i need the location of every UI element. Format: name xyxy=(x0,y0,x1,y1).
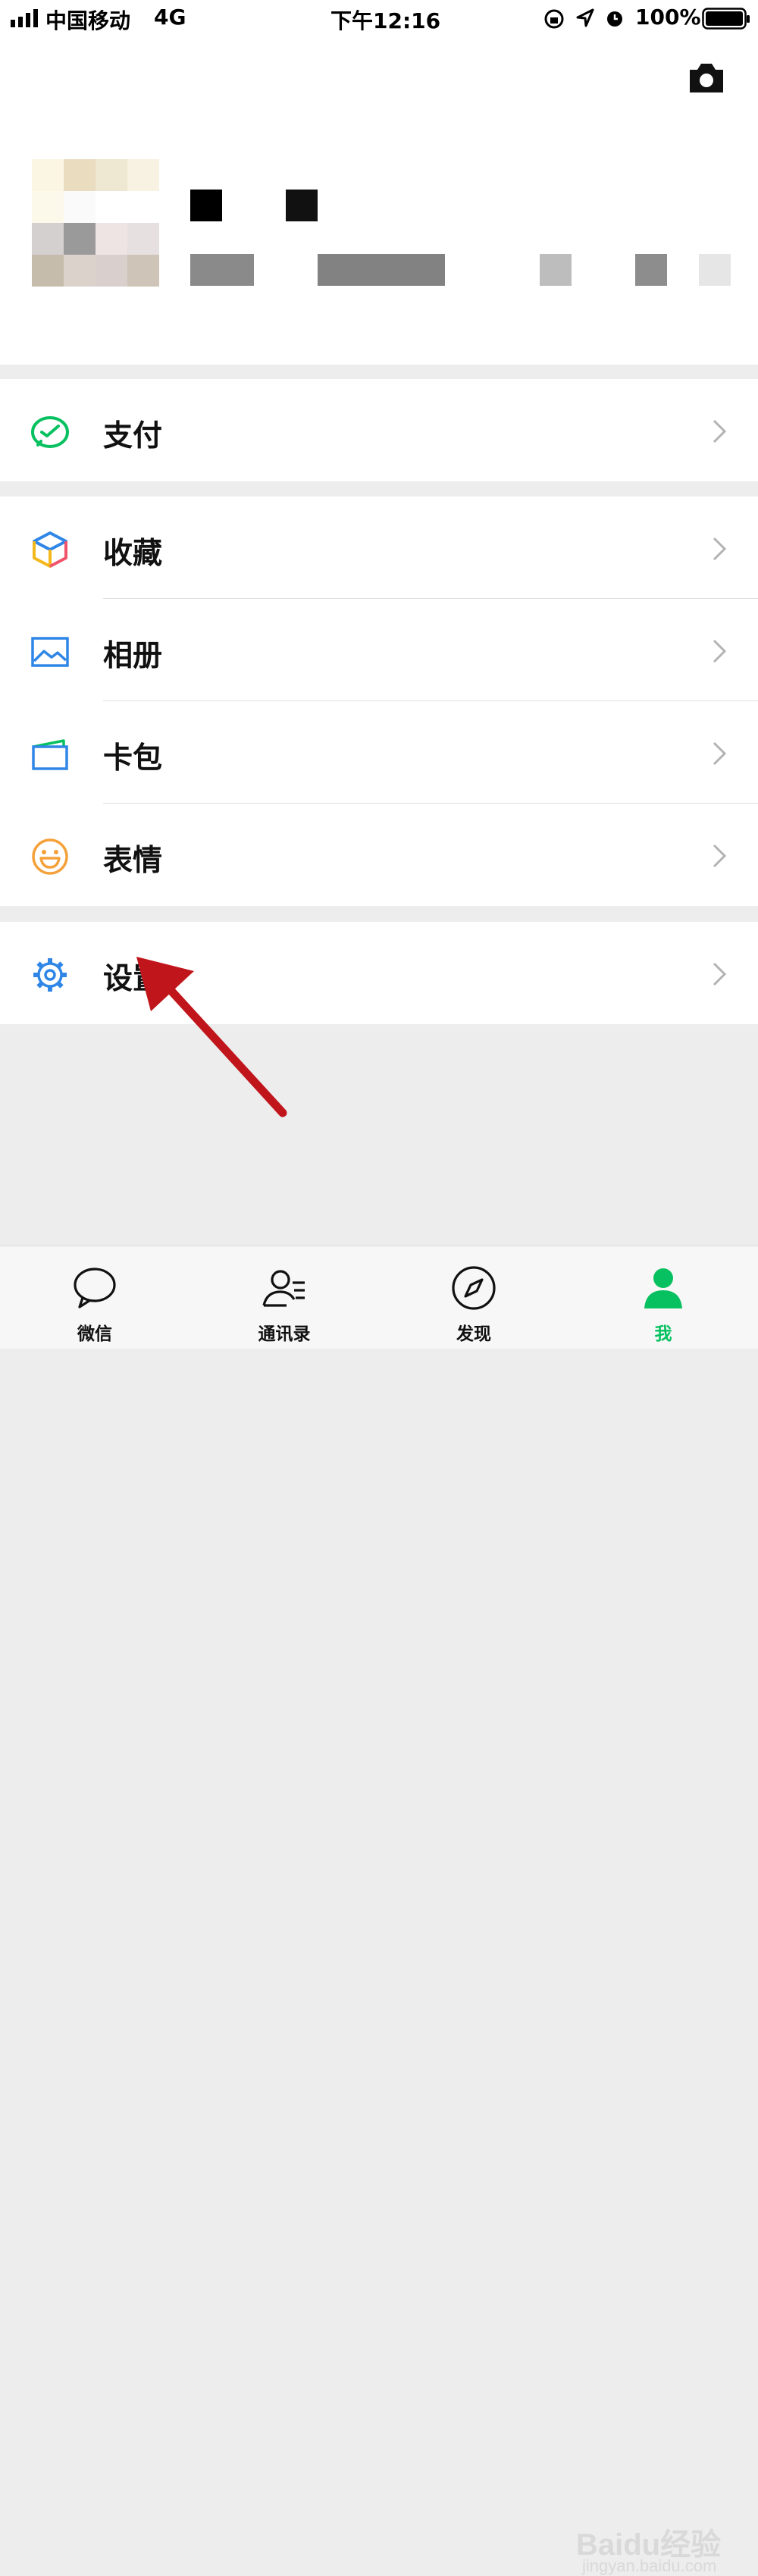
wechat-id-redacted xyxy=(635,254,667,286)
compass-icon xyxy=(452,1266,496,1310)
wallet-check-icon xyxy=(31,416,69,448)
battery-icon xyxy=(702,8,750,30)
wechat-id-redacted xyxy=(540,254,572,286)
tab-label-contacts: 通讯录 xyxy=(258,1324,311,1344)
rotation-lock-icon xyxy=(544,9,564,29)
menu-item-pay[interactable]: 支付 xyxy=(0,379,758,481)
menu-label-album: 相册 xyxy=(103,639,163,673)
watermark-url: jingyan.baidu.com xyxy=(582,2556,717,2575)
tab-bar: 微信 通讯录 发现 我 Baidu经验 jingyan.baidu.com xyxy=(0,1246,758,2575)
menu-item-settings[interactable]: 设置 xyxy=(0,922,758,1024)
alarm-icon xyxy=(607,11,622,27)
contacts-icon xyxy=(262,1270,305,1307)
person-icon xyxy=(644,1268,682,1308)
nickname-redacted xyxy=(190,190,222,221)
cube-icon xyxy=(33,531,67,568)
menu-label-favorites: 收藏 xyxy=(103,537,163,571)
nickname-redacted xyxy=(286,190,318,221)
profile-header[interactable] xyxy=(0,38,758,365)
status-time: 下午12:16 xyxy=(330,8,441,33)
chat-bubble-icon xyxy=(74,1268,116,1308)
menu-item-stickers[interactable]: 表情 xyxy=(0,804,758,906)
chevron-right-icon xyxy=(713,844,727,868)
menu-label-settings: 设置 xyxy=(103,962,163,996)
status-bar: 中国移动 4G 下午12:16 100% xyxy=(0,0,758,38)
carrier-name: 中国移动 xyxy=(45,8,131,33)
menu-label-pay: 支付 xyxy=(103,419,163,453)
tab-label-discover: 发现 xyxy=(456,1324,491,1344)
chevron-right-icon xyxy=(713,419,727,443)
tab-discover[interactable]: 发现 xyxy=(379,1246,568,1349)
chevron-right-icon xyxy=(713,962,727,986)
location-icon xyxy=(576,8,594,27)
chevron-right-icon xyxy=(713,741,727,766)
tab-chats[interactable]: 微信 xyxy=(0,1246,190,1349)
smiley-icon xyxy=(32,838,68,875)
menu-label-stickers: 表情 xyxy=(103,844,163,878)
settings-section: 设置 xyxy=(0,922,758,1024)
wechat-id-redacted xyxy=(190,254,254,286)
chevron-right-icon xyxy=(713,639,727,663)
camera-icon[interactable] xyxy=(687,61,726,94)
menu-item-favorites[interactable]: 收藏 xyxy=(0,497,758,599)
wechat-id-redacted xyxy=(318,254,445,286)
signal-icon xyxy=(11,9,38,27)
tab-label-me: 我 xyxy=(654,1324,672,1344)
menu-label-cards: 卡包 xyxy=(103,741,163,776)
menu-item-album[interactable]: 相册 xyxy=(0,599,758,701)
tab-contacts[interactable]: 通讯录 xyxy=(190,1246,379,1349)
profile-chevron-icon[interactable] xyxy=(699,254,731,286)
photo-icon xyxy=(31,637,69,667)
pay-section: 支付 xyxy=(0,379,758,481)
avatar[interactable] xyxy=(32,159,159,287)
menu-item-cards[interactable]: 卡包 xyxy=(0,701,758,804)
card-wallet-icon xyxy=(32,739,68,770)
battery-percent: 100% xyxy=(635,5,701,30)
gear-icon xyxy=(33,958,67,992)
tab-me[interactable]: 我 xyxy=(568,1246,758,1349)
network-type: 4G xyxy=(154,5,186,30)
services-section: 收藏 相册 卡包 表情 xyxy=(0,497,758,906)
tab-label-chats: 微信 xyxy=(77,1324,112,1344)
chevron-right-icon xyxy=(713,537,727,561)
